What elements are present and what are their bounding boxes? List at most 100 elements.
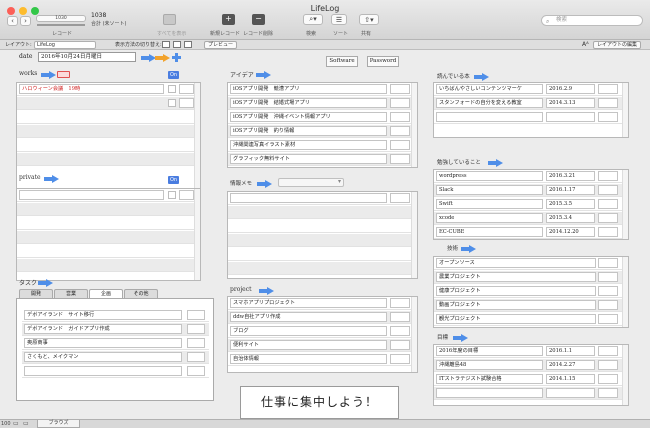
skill-extra-field[interactable]: [598, 258, 618, 268]
study-date-field[interactable]: 2015.3.4: [546, 213, 595, 223]
goals-row[interactable]: 沖縄離島48 2014.2.27: [434, 359, 624, 372]
next-record-button[interactable]: ›: [20, 16, 31, 26]
record-number-input[interactable]: 1030: [36, 15, 86, 22]
idea-row[interactable]: グラフィック無料サイト: [228, 153, 413, 166]
memo-row[interactable]: [228, 206, 413, 219]
idea-extra-field[interactable]: [390, 84, 410, 94]
private-row[interactable]: [17, 189, 196, 202]
task-extra-field[interactable]: [187, 310, 205, 320]
works-checkbox[interactable]: [168, 85, 176, 93]
works-checkbox[interactable]: [168, 99, 176, 107]
task-field[interactable]: デボアイランド ガイドアプリ作成: [24, 324, 182, 334]
zoom-in-icon[interactable]: ▭: [23, 420, 29, 427]
software-button[interactable]: Software: [326, 56, 358, 67]
task-extra-field[interactable]: [187, 366, 205, 376]
task-field[interactable]: さくもと、メイクマン: [24, 352, 182, 362]
skill-field[interactable]: 動画プロジェクト: [436, 300, 596, 310]
goal-date-field[interactable]: 2014.1.15: [546, 374, 595, 384]
project-row[interactable]: スマホアプリプロジェクト: [228, 297, 413, 310]
project-field[interactable]: ブログ: [230, 326, 387, 336]
private-task-field[interactable]: [19, 190, 164, 200]
task-extra-field[interactable]: [187, 352, 205, 362]
skill-extra-field[interactable]: [598, 286, 618, 296]
book-title-field[interactable]: いちばんやさしいコンテンツマーケ: [436, 84, 543, 94]
studying-row[interactable]: EC-CUBE 2014.12.20: [434, 226, 624, 239]
blue-arrow-icon[interactable]: [141, 54, 156, 62]
idea-field[interactable]: iOSアプリ開発 釣り情報: [230, 126, 387, 136]
memo-field[interactable]: [230, 193, 387, 203]
private-arrow-icon[interactable]: [44, 175, 59, 183]
idea-field[interactable]: iOSアプリ開発 沖縄イベント情報アプリ: [230, 112, 387, 122]
reading-row[interactable]: いちばんやさしいコンテンツマーケ 2016.2.9: [434, 83, 624, 96]
skill-extra-field[interactable]: [598, 314, 618, 324]
idea-field[interactable]: グラフィック無料サイト: [230, 154, 387, 164]
skill-field[interactable]: 健康プロジェクト: [436, 286, 596, 296]
project-extra-field[interactable]: [390, 326, 410, 336]
reading-row[interactable]: スタンフォードの自分を変える教室 2014.3.13: [434, 97, 624, 110]
goal-title-field[interactable]: [436, 388, 543, 398]
password-button[interactable]: Password: [367, 56, 399, 67]
skills-arrow-icon[interactable]: [461, 245, 476, 253]
new-record-icon[interactable]: +: [222, 14, 235, 25]
study-extra-field[interactable]: [598, 199, 618, 209]
record-slider[interactable]: [37, 24, 85, 26]
study-title-field[interactable]: EC-CUBE: [436, 227, 543, 237]
add-plus-icon[interactable]: [172, 53, 181, 62]
idea-row[interactable]: iOSアプリ開発 競漕アプリ: [228, 83, 413, 96]
works-extra-field[interactable]: [179, 84, 194, 94]
task-row[interactable]: デボアイランド サイト移行: [22, 309, 209, 322]
private-row[interactable]: [17, 231, 196, 244]
project-extra-field[interactable]: [390, 340, 410, 350]
study-extra-field[interactable]: [598, 227, 618, 237]
private-scrollbar[interactable]: [194, 189, 200, 280]
project-field[interactable]: ddw自社アプリ作成: [230, 312, 387, 322]
reading-arrow-icon[interactable]: [474, 73, 489, 81]
date-field[interactable]: 2016年10月24日月曜日: [38, 52, 136, 62]
study-title-field[interactable]: wordpress: [436, 171, 543, 181]
memo-scrollbar[interactable]: [411, 192, 417, 278]
works-red-tag-icon[interactable]: [57, 71, 70, 78]
orange-arrow-icon[interactable]: [155, 54, 170, 62]
show-all-icon[interactable]: [163, 14, 176, 25]
delete-record-icon[interactable]: −: [252, 14, 265, 25]
book-date-field[interactable]: 2016.2.9: [546, 84, 595, 94]
studying-arrow-icon[interactable]: [488, 159, 503, 167]
goal-extra-field[interactable]: [598, 346, 618, 356]
study-extra-field[interactable]: [598, 171, 618, 181]
study-title-field[interactable]: Swift: [436, 199, 543, 209]
search-mode-button[interactable]: ⌕▾: [303, 14, 323, 25]
memo-row[interactable]: [228, 220, 413, 233]
project-extra-field[interactable]: [390, 312, 410, 322]
works-row[interactable]: [17, 153, 196, 166]
goal-extra-field[interactable]: [598, 360, 618, 370]
works-row[interactable]: ハロウィーン会議 19時: [17, 83, 196, 96]
works-task-field[interactable]: [19, 98, 164, 108]
skill-field[interactable]: 観光プロジェクト: [436, 314, 596, 324]
task-row[interactable]: さくもと、メイクマン: [22, 351, 209, 364]
goal-date-field[interactable]: 2014.2.27: [546, 360, 595, 370]
works-row[interactable]: [17, 139, 196, 152]
idea-extra-field[interactable]: [390, 126, 410, 136]
project-row[interactable]: ddw自社アプリ作成: [228, 311, 413, 324]
project-row[interactable]: ブログ: [228, 325, 413, 338]
project-row[interactable]: 便利サイト: [228, 339, 413, 352]
study-date-field[interactable]: 2014.12.20: [546, 227, 595, 237]
skills-row[interactable]: 農業プロジェクト: [434, 271, 624, 284]
memo-row[interactable]: [228, 192, 413, 205]
idea-extra-field[interactable]: [390, 112, 410, 122]
skills-row[interactable]: 観光プロジェクト: [434, 313, 624, 326]
idea-row[interactable]: iOSアプリ開発 沖縄イベント情報アプリ: [228, 111, 413, 124]
preview-button[interactable]: プレビュー: [204, 41, 238, 49]
task-field[interactable]: 奥原商事: [24, 338, 182, 348]
book-title-field[interactable]: スタンフォードの自分を変える教室: [436, 98, 543, 108]
zoom-out-icon[interactable]: ▭: [13, 420, 19, 427]
private-on-button[interactable]: On: [168, 176, 179, 184]
studying-row[interactable]: Slack 2016.1.17: [434, 184, 624, 197]
skill-extra-field[interactable]: [598, 300, 618, 310]
project-arrow-icon[interactable]: [259, 287, 274, 295]
table-view-icon[interactable]: [184, 41, 192, 48]
memo-extra-field[interactable]: [390, 193, 410, 203]
task-row[interactable]: [22, 365, 209, 378]
works-row[interactable]: [17, 125, 196, 138]
works-on-button[interactable]: On: [168, 71, 179, 79]
